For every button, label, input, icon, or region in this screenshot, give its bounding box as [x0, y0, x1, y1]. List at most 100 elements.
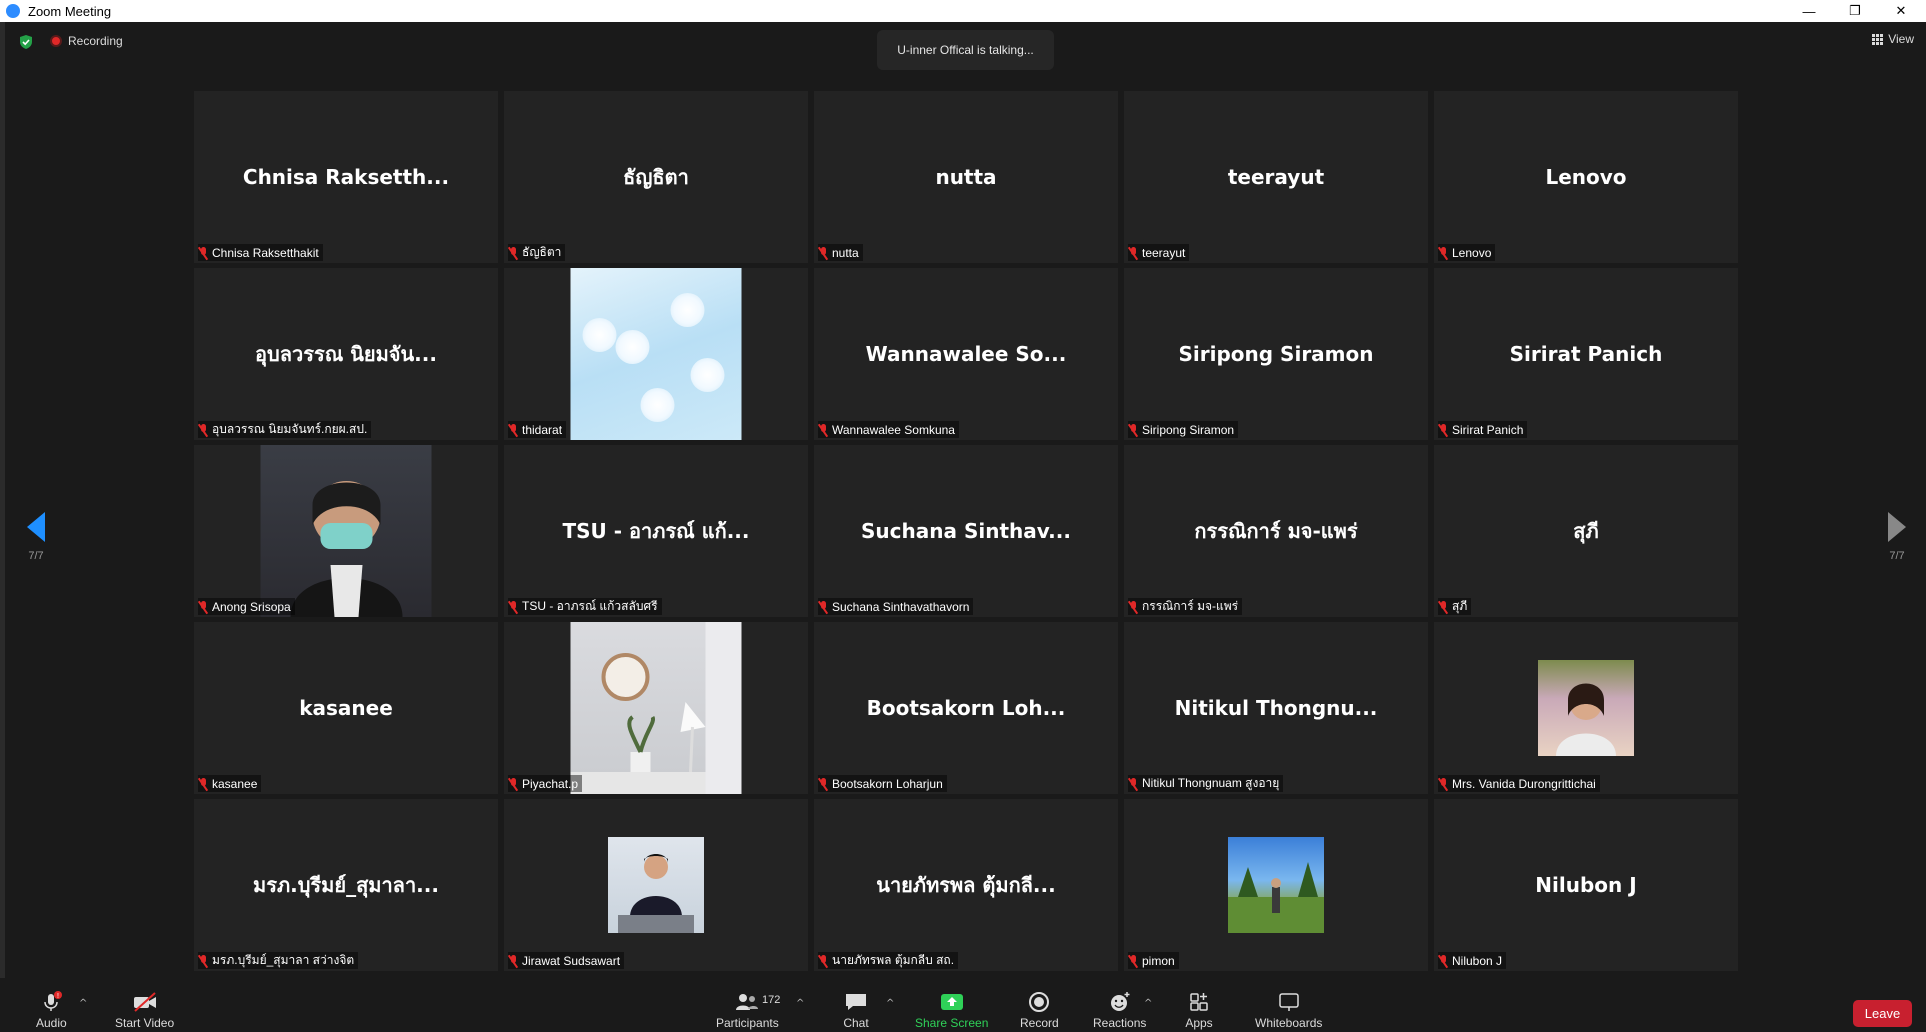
participant-name-label: Chnisa Raksetthakit: [197, 244, 323, 261]
grid-view-icon: [1872, 33, 1884, 45]
participant-tile[interactable]: Piyachat.p: [504, 622, 808, 794]
mic-muted-icon: [507, 954, 519, 968]
video-off-icon: [131, 991, 159, 1013]
participant-name-label: Lenovo: [1437, 244, 1496, 261]
participant-tile[interactable]: Mrs. Vanida Durongrittichai: [1434, 622, 1738, 794]
participant-tile[interactable]: Wannawalee So... Wannawalee Somkuna: [814, 268, 1118, 440]
participant-tile[interactable]: Suchana Sinthav... Suchana Sinthavathavor…: [814, 445, 1118, 617]
audio-options-chevron-icon[interactable]: ^: [79, 998, 87, 1009]
participant-name-text: กรรณิการ์ มจ-แพร่: [1142, 599, 1239, 613]
participant-video: [570, 622, 742, 794]
mic-muted-icon: [817, 777, 829, 791]
reactions-button[interactable]: Reactions: [1093, 991, 1146, 1030]
gallery-grid: Chnisa Raksetth... Chnisa Raksetthakit ธัญ…: [194, 91, 1738, 971]
participant-tile[interactable]: thidarat: [504, 268, 808, 440]
participant-tile[interactable]: Nilubon J Nilubon J: [1434, 799, 1738, 971]
participant-tile[interactable]: สุภี สุภี: [1434, 445, 1738, 617]
participant-name-text: Mrs. Vanida Durongrittichai: [1452, 776, 1596, 791]
participant-tile[interactable]: Jirawat Sudsawart: [504, 799, 808, 971]
minimize-button[interactable]: —: [1786, 0, 1832, 22]
participant-name-text: อุบลวรรณ นิยมจันทร์.กยผ.สป.: [212, 422, 368, 436]
participant-video: [1228, 837, 1324, 933]
audio-button[interactable]: ! Audio: [36, 991, 67, 1030]
recording-indicator[interactable]: Recording: [50, 34, 123, 48]
participant-tile[interactable]: Sirirat Panich Sirirat Panich: [1434, 268, 1738, 440]
svg-text:!: !: [57, 993, 59, 1000]
participant-name-text: Suchana Sinthavathavorn: [832, 599, 970, 614]
participant-name-text: pimon: [1142, 953, 1175, 968]
share-screen-button[interactable]: Share Screen: [915, 991, 988, 1030]
mic-muted-icon: [507, 777, 519, 791]
participants-label: Participants: [716, 1016, 779, 1030]
participant-name-large: Chnisa Raksetth...: [242, 165, 450, 189]
participant-tile[interactable]: nutta nutta: [814, 91, 1118, 263]
participant-tile[interactable]: กรรณิการ์ มจ-แพร่ กรรณิการ์ มจ-แพร่: [1124, 445, 1428, 617]
active-speaker-banner: U-inner Offical is talking...: [877, 30, 1054, 70]
participant-name-large: กรรณิการ์ มจ-แพร่: [1194, 519, 1358, 543]
participant-tile[interactable]: ธัญธิตา ธัญธิตา: [504, 91, 808, 263]
right-arrow-icon: [1888, 512, 1906, 542]
mic-muted-icon: [1127, 777, 1139, 791]
mic-muted-icon: [817, 600, 829, 614]
next-page-button[interactable]: 7/7: [1877, 512, 1917, 562]
view-label: View: [1888, 32, 1914, 46]
participant-tile[interactable]: นายภัทรพล ตุ้มกลี... นายภัทรพล ตุ้มกลีบ ส…: [814, 799, 1118, 971]
participant-tile[interactable]: pimon: [1124, 799, 1428, 971]
participant-name-label: thidarat: [507, 421, 567, 438]
mic-muted-icon: [197, 600, 209, 614]
whiteboards-label: Whiteboards: [1255, 1016, 1323, 1030]
start-video-button[interactable]: Start Video: [115, 991, 174, 1030]
mic-muted-icon: [1127, 600, 1139, 614]
close-window-button[interactable]: ✕: [1878, 0, 1924, 22]
participant-tile[interactable]: teerayut teerayut: [1124, 91, 1428, 263]
apps-button[interactable]: Apps: [1185, 991, 1213, 1030]
participant-tile[interactable]: Bootsakorn Loh... Bootsakorn Loharjun: [814, 622, 1118, 794]
participant-name-label: Bootsakorn Loharjun: [817, 775, 947, 792]
participant-tile[interactable]: Lenovo Lenovo: [1434, 91, 1738, 263]
chat-options-chevron-icon[interactable]: ^: [886, 998, 894, 1009]
participant-tile[interactable]: อุบลวรรณ นิยมจัน... อุบลวรรณ นิยมจันทร์.ก…: [194, 268, 498, 440]
leave-button[interactable]: Leave: [1853, 1000, 1912, 1027]
participant-name-label: Wannawalee Somkuna: [817, 421, 959, 438]
participant-name-text: ธัญธิตา: [522, 245, 562, 259]
start-video-label: Start Video: [115, 1016, 175, 1030]
view-button[interactable]: View: [1872, 32, 1914, 46]
reactions-options-chevron-icon[interactable]: ^: [1144, 998, 1152, 1009]
participant-name-label: Nilubon J: [1437, 952, 1507, 969]
participant-name-text: Nilubon J: [1452, 953, 1503, 968]
participant-tile[interactable]: มรภ.บุรีมย์_สุมาลา... มรภ.บุรีมย์_สุมาลา …: [194, 799, 498, 971]
participant-tile[interactable]: Nitikul Thongnu... Nitikul Thongnuam สูงอ…: [1124, 622, 1428, 794]
chat-icon: [842, 991, 870, 1013]
participant-tile[interactable]: Chnisa Raksetth... Chnisa Raksetthakit: [194, 91, 498, 263]
participant-tile[interactable]: Anong Srisopa: [194, 445, 498, 617]
participant-name-label: Mrs. Vanida Durongrittichai: [1437, 775, 1600, 792]
record-button[interactable]: Record: [1020, 991, 1059, 1030]
participant-name-label: Siripong Siramon: [1127, 421, 1239, 438]
previous-page-button[interactable]: 7/7: [16, 512, 56, 562]
participant-name-label: Sirirat Panich: [1437, 421, 1528, 438]
participant-name-label: kasanee: [197, 775, 262, 792]
chat-label: Chat: [843, 1016, 869, 1030]
participant-tile[interactable]: TSU - อาภรณ์ แก้... TSU - อาภรณ์ แก้วสลับ…: [504, 445, 808, 617]
participant-name-text: Chnisa Raksetthakit: [212, 245, 319, 260]
participant-name-large: Nitikul Thongnu...: [1174, 696, 1378, 720]
whiteboards-button[interactable]: Whiteboards: [1255, 991, 1322, 1030]
restore-button[interactable]: ❐: [1832, 0, 1878, 22]
participant-name-large: Lenovo: [1545, 165, 1627, 189]
record-dot-icon: [50, 35, 62, 47]
mic-muted-icon: [817, 954, 829, 968]
participant-name-label: สุภี: [1437, 598, 1472, 615]
participant-name-label: Jirawat Sudsawart: [507, 952, 625, 969]
participant-video: [570, 268, 742, 440]
chat-button[interactable]: Chat: [842, 991, 870, 1030]
shield-icon[interactable]: [18, 34, 34, 50]
participants-options-chevron-icon[interactable]: ^: [796, 998, 804, 1009]
mic-icon: !: [37, 991, 65, 1013]
participant-name-text: thidarat: [522, 422, 563, 437]
participant-tile[interactable]: kasanee kasanee: [194, 622, 498, 794]
participant-tile[interactable]: Siripong Siramon Siripong Siramon: [1124, 268, 1428, 440]
window-title-bar: Zoom Meeting — ❐ ✕: [0, 0, 1926, 22]
mic-muted-icon: [197, 777, 209, 791]
page-count-right: 7/7: [1889, 550, 1905, 562]
mic-muted-icon: [1437, 423, 1449, 437]
